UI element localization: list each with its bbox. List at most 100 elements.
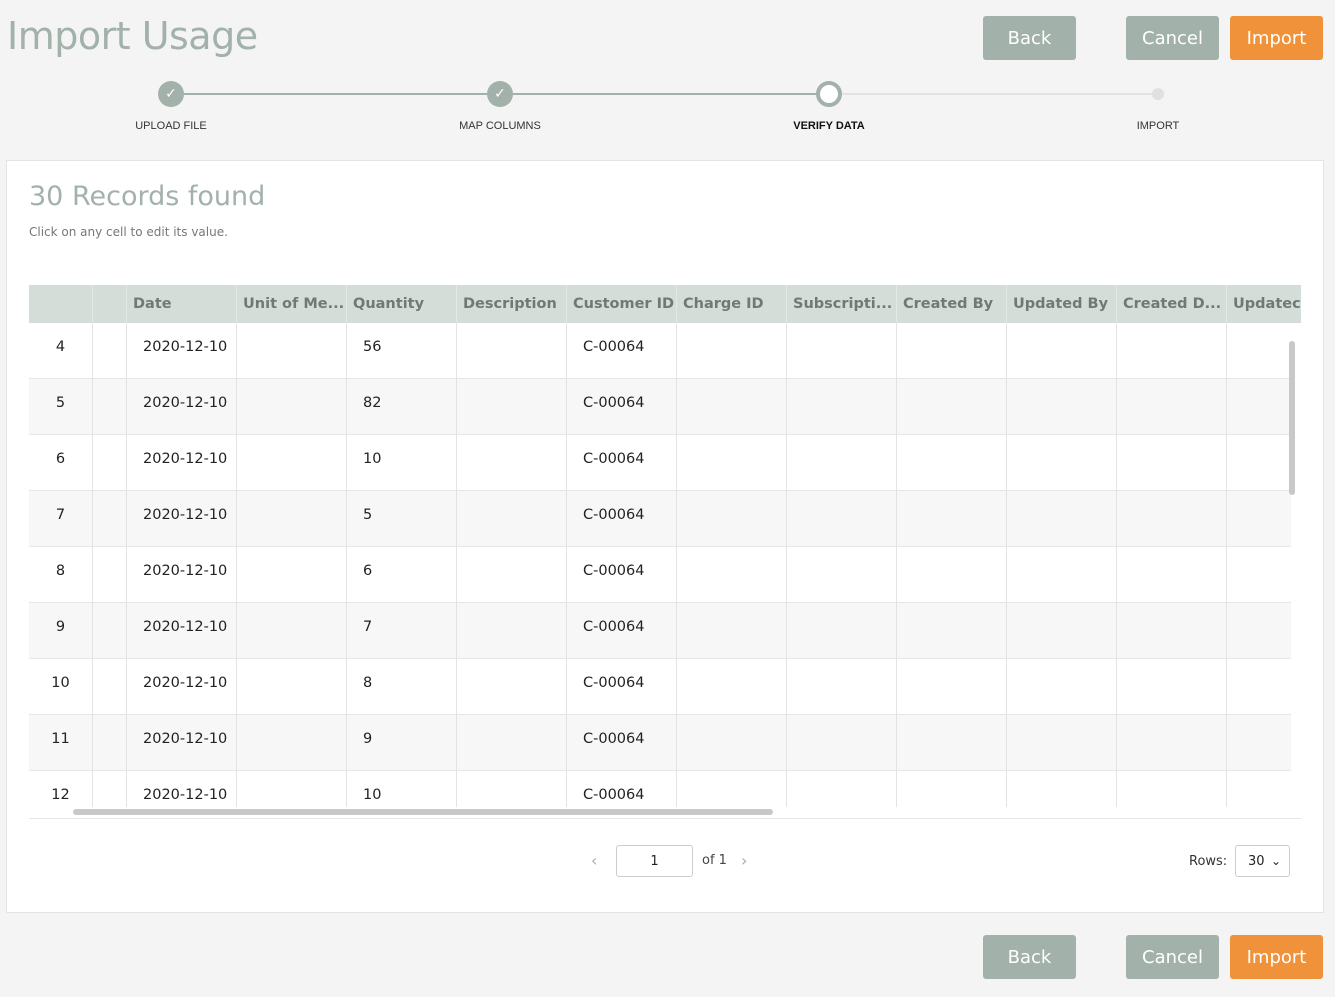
customer-id-cell[interactable]: C-00064 xyxy=(567,603,677,659)
updated-cell[interactable] xyxy=(1227,323,1291,379)
unit-cell[interactable] xyxy=(237,435,347,491)
updated-by-cell[interactable] xyxy=(1007,491,1117,547)
created-by-cell[interactable] xyxy=(897,771,1007,807)
customer-id-cell[interactable]: C-00064 xyxy=(567,715,677,771)
row-number-cell[interactable]: 11 xyxy=(29,715,93,771)
quantity-cell[interactable]: 10 xyxy=(347,771,457,807)
description-cell[interactable] xyxy=(457,659,567,715)
cancel-button-bottom[interactable]: Cancel xyxy=(1126,935,1219,979)
quantity-cell[interactable]: 82 xyxy=(347,379,457,435)
select-cell[interactable] xyxy=(93,659,127,715)
created-date-cell[interactable] xyxy=(1117,323,1227,379)
description-cell[interactable] xyxy=(457,379,567,435)
cancel-button-top[interactable]: Cancel xyxy=(1126,16,1219,60)
customer-id-cell[interactable]: C-00064 xyxy=(567,547,677,603)
created-date-cell[interactable] xyxy=(1117,491,1227,547)
quantity-cell[interactable]: 5 xyxy=(347,491,457,547)
charge-id-cell[interactable] xyxy=(677,771,787,807)
updated-cell[interactable] xyxy=(1227,547,1291,603)
customer-id-cell[interactable]: C-00064 xyxy=(567,323,677,379)
created-by-cell[interactable] xyxy=(897,435,1007,491)
charge-id-cell[interactable] xyxy=(677,323,787,379)
date-cell[interactable]: 2020-12-10 xyxy=(127,323,237,379)
date-cell[interactable]: 2020-12-10 xyxy=(127,435,237,491)
date-cell[interactable]: 2020-12-10 xyxy=(127,659,237,715)
column-header[interactable]: Created D... xyxy=(1117,285,1227,323)
row-number-cell[interactable]: 10 xyxy=(29,659,93,715)
description-cell[interactable] xyxy=(457,771,567,807)
select-cell[interactable] xyxy=(93,547,127,603)
created-date-cell[interactable] xyxy=(1117,659,1227,715)
updated-by-cell[interactable] xyxy=(1007,603,1117,659)
created-by-cell[interactable] xyxy=(897,491,1007,547)
description-cell[interactable] xyxy=(457,323,567,379)
unit-cell[interactable] xyxy=(237,379,347,435)
updated-by-cell[interactable] xyxy=(1007,659,1117,715)
quantity-cell[interactable]: 10 xyxy=(347,435,457,491)
charge-id-cell[interactable] xyxy=(677,435,787,491)
column-header[interactable]: Subscripti... xyxy=(787,285,897,323)
updated-cell[interactable] xyxy=(1227,379,1291,435)
updated-by-cell[interactable] xyxy=(1007,715,1117,771)
updated-by-cell[interactable] xyxy=(1007,771,1117,807)
charge-id-cell[interactable] xyxy=(677,379,787,435)
unit-cell[interactable] xyxy=(237,491,347,547)
date-cell[interactable]: 2020-12-10 xyxy=(127,771,237,807)
description-cell[interactable] xyxy=(457,715,567,771)
customer-id-cell[interactable]: C-00064 xyxy=(567,771,677,807)
chevron-right-icon[interactable]: › xyxy=(741,851,747,870)
subscription-cell[interactable] xyxy=(787,491,897,547)
select-cell[interactable] xyxy=(93,715,127,771)
column-header[interactable]: Updated By xyxy=(1007,285,1117,323)
subscription-cell[interactable] xyxy=(787,771,897,807)
unit-cell[interactable] xyxy=(237,715,347,771)
description-cell[interactable] xyxy=(457,435,567,491)
column-header[interactable]: Updatec xyxy=(1227,285,1301,323)
quantity-cell[interactable]: 8 xyxy=(347,659,457,715)
select-cell[interactable] xyxy=(93,379,127,435)
quantity-cell[interactable]: 7 xyxy=(347,603,457,659)
column-header[interactable]: Quantity xyxy=(347,285,457,323)
charge-id-cell[interactable] xyxy=(677,491,787,547)
subscription-cell[interactable] xyxy=(787,323,897,379)
unit-cell[interactable] xyxy=(237,659,347,715)
row-number-cell[interactable]: 12 xyxy=(29,771,93,807)
row-number-cell[interactable]: 6 xyxy=(29,435,93,491)
updated-cell[interactable] xyxy=(1227,659,1291,715)
column-header[interactable] xyxy=(93,285,127,323)
updated-cell[interactable] xyxy=(1227,771,1291,807)
updated-by-cell[interactable] xyxy=(1007,547,1117,603)
chevron-left-icon[interactable]: ‹ xyxy=(591,851,597,870)
created-date-cell[interactable] xyxy=(1117,715,1227,771)
created-by-cell[interactable] xyxy=(897,547,1007,603)
unit-cell[interactable] xyxy=(237,323,347,379)
description-cell[interactable] xyxy=(457,491,567,547)
customer-id-cell[interactable]: C-00064 xyxy=(567,491,677,547)
subscription-cell[interactable] xyxy=(787,547,897,603)
page-number-input[interactable] xyxy=(616,845,693,877)
updated-by-cell[interactable] xyxy=(1007,379,1117,435)
row-number-cell[interactable]: 5 xyxy=(29,379,93,435)
quantity-cell[interactable]: 9 xyxy=(347,715,457,771)
date-cell[interactable]: 2020-12-10 xyxy=(127,379,237,435)
row-number-cell[interactable]: 4 xyxy=(29,323,93,379)
created-date-cell[interactable] xyxy=(1117,435,1227,491)
description-cell[interactable] xyxy=(457,547,567,603)
import-button-top[interactable]: Import xyxy=(1230,16,1323,60)
created-date-cell[interactable] xyxy=(1117,771,1227,807)
updated-cell[interactable] xyxy=(1227,435,1291,491)
quantity-cell[interactable]: 56 xyxy=(347,323,457,379)
select-cell[interactable] xyxy=(93,491,127,547)
select-cell[interactable] xyxy=(93,323,127,379)
updated-by-cell[interactable] xyxy=(1007,435,1117,491)
updated-cell[interactable] xyxy=(1227,603,1291,659)
column-header[interactable]: Unit of Me... xyxy=(237,285,347,323)
subscription-cell[interactable] xyxy=(787,603,897,659)
select-cell[interactable] xyxy=(93,435,127,491)
date-cell[interactable]: 2020-12-10 xyxy=(127,491,237,547)
created-by-cell[interactable] xyxy=(897,715,1007,771)
updated-cell[interactable] xyxy=(1227,715,1291,771)
unit-cell[interactable] xyxy=(237,603,347,659)
date-cell[interactable]: 2020-12-10 xyxy=(127,715,237,771)
date-cell[interactable]: 2020-12-10 xyxy=(127,603,237,659)
